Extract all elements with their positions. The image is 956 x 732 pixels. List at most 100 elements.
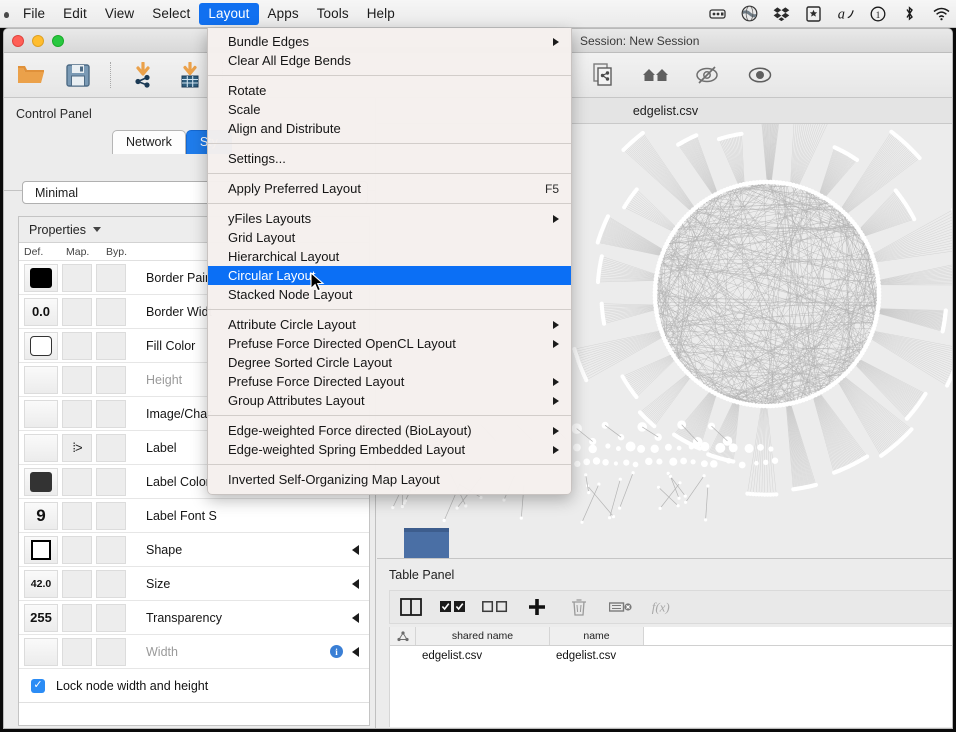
- menu-item-degree-sorted-circle-layout[interactable]: Degree Sorted Circle Layout: [208, 353, 571, 372]
- menu-item-rotate[interactable]: Rotate: [208, 81, 571, 100]
- lock-dimensions-row[interactable]: ✓ Lock node width and height: [19, 669, 369, 703]
- menu-edit[interactable]: Edit: [54, 3, 96, 25]
- bypass-cell[interactable]: [96, 637, 126, 666]
- bluetooth-icon[interactable]: [900, 4, 919, 23]
- table-row[interactable]: 9 Label Font S: [19, 499, 369, 533]
- graph-view-selected-tab[interactable]: [404, 528, 449, 558]
- menu-item-apply-preferred-layout[interactable]: Apply Preferred Layout F5: [208, 179, 571, 198]
- menu-select[interactable]: Select: [143, 3, 199, 25]
- bypass-cell[interactable]: [96, 603, 126, 632]
- default-cell[interactable]: [24, 399, 58, 428]
- lock-checkbox[interactable]: ✓: [31, 678, 45, 693]
- info-circle-icon[interactable]: 1: [868, 4, 887, 23]
- default-cell[interactable]: 42.0: [24, 569, 58, 598]
- menu-item-group-attributes-layout[interactable]: Group Attributes Layout: [208, 391, 571, 410]
- hide-selected-icon[interactable]: [693, 60, 723, 90]
- default-cell[interactable]: [24, 263, 58, 292]
- import-network-icon[interactable]: [128, 60, 158, 90]
- reset-icon[interactable]: [608, 594, 634, 620]
- globe-icon[interactable]: [740, 4, 759, 23]
- expand-arrow-icon[interactable]: [352, 578, 359, 589]
- network-tab-edgelist[interactable]: edgelist.csv: [633, 104, 698, 118]
- select-all-columns-icon[interactable]: [440, 594, 466, 620]
- mapping-cell[interactable]: [62, 501, 92, 530]
- menu-help[interactable]: Help: [358, 3, 404, 25]
- menu-item-yfiles-layouts[interactable]: yFiles Layouts: [208, 209, 571, 228]
- mapping-cell[interactable]: [62, 399, 92, 428]
- save-icon[interactable]: [63, 60, 93, 90]
- mapping-cell[interactable]: [62, 637, 92, 666]
- printer-icon[interactable]: [708, 4, 727, 23]
- fit-home-icon[interactable]: [641, 60, 671, 90]
- menu-item-prefuse-force-directed-opencl-layout[interactable]: Prefuse Force Directed OpenCL Layout: [208, 334, 571, 353]
- menu-item-circular-layout[interactable]: Circular Layout: [208, 266, 571, 285]
- function-builder-icon[interactable]: f(x): [650, 594, 676, 620]
- bypass-cell[interactable]: [96, 467, 126, 496]
- bypass-cell[interactable]: [96, 297, 126, 326]
- menu-item-grid-layout[interactable]: Grid Layout: [208, 228, 571, 247]
- menu-item-inverted-self-organizing-map-layout[interactable]: Inverted Self-Organizing Map Layout: [208, 470, 571, 489]
- default-cell[interactable]: [24, 365, 58, 394]
- expand-arrow-icon[interactable]: [352, 646, 359, 657]
- menu-item-clear-all-edge-bends[interactable]: Clear All Edge Bends: [208, 51, 571, 70]
- dropbox-icon[interactable]: [772, 4, 791, 23]
- bypass-cell[interactable]: [96, 399, 126, 428]
- add-column-icon[interactable]: [524, 594, 550, 620]
- menu-item-edge-weighted-spring-embedded-layout[interactable]: Edge-weighted Spring Embedded Layout: [208, 440, 571, 459]
- default-cell[interactable]: [24, 331, 58, 360]
- default-cell[interactable]: [24, 535, 58, 564]
- bypass-cell[interactable]: [96, 535, 126, 564]
- mapping-cell[interactable]: [62, 603, 92, 632]
- mapping-cell[interactable]: [62, 297, 92, 326]
- script-a-icon[interactable]: a: [836, 4, 855, 23]
- default-cell[interactable]: 9: [24, 501, 58, 530]
- table-row[interactable]: Shape: [19, 533, 369, 567]
- mapping-cell[interactable]: [62, 535, 92, 564]
- expand-arrow-icon[interactable]: [352, 612, 359, 623]
- menu-tools[interactable]: Tools: [308, 3, 358, 25]
- wifi-icon[interactable]: [932, 4, 951, 23]
- close-button[interactable]: [12, 34, 24, 47]
- menu-view[interactable]: View: [96, 3, 143, 25]
- menu-item-bundle-edges[interactable]: Bundle Edges: [208, 32, 571, 51]
- default-cell[interactable]: 255: [24, 603, 58, 632]
- table-row[interactable]: 42.0 Size: [19, 567, 369, 601]
- menu-item-prefuse-force-directed-layout[interactable]: Prefuse Force Directed Layout: [208, 372, 571, 391]
- deselect-columns-icon[interactable]: [482, 594, 508, 620]
- menu-item-hierarchical-layout[interactable]: Hierarchical Layout: [208, 247, 571, 266]
- cell-name[interactable]: edgelist.csv: [550, 650, 644, 662]
- bypass-cell[interactable]: [96, 501, 126, 530]
- bypass-cell[interactable]: [96, 331, 126, 360]
- menu-item-settings[interactable]: Settings...: [208, 149, 571, 168]
- chevron-down-icon[interactable]: [92, 227, 101, 232]
- default-cell[interactable]: [24, 467, 58, 496]
- delete-column-icon[interactable]: [566, 594, 592, 620]
- mapping-cell[interactable]: [62, 263, 92, 292]
- expand-arrow-icon[interactable]: [352, 544, 359, 555]
- column-header-shared-name[interactable]: shared name: [416, 627, 550, 645]
- cell-shared-name[interactable]: edgelist.csv: [416, 650, 550, 662]
- default-cell[interactable]: [24, 637, 58, 666]
- menu-apps[interactable]: Apps: [259, 3, 308, 25]
- table-row[interactable]: Width i: [19, 635, 369, 669]
- mapping-cell[interactable]: [62, 331, 92, 360]
- mapping-cell[interactable]: [62, 569, 92, 598]
- column-header-name[interactable]: name: [550, 627, 644, 645]
- bypass-cell[interactable]: [96, 365, 126, 394]
- default-cell[interactable]: [24, 433, 58, 462]
- show-all-icon[interactable]: [745, 60, 775, 90]
- maximize-button[interactable]: [52, 34, 64, 47]
- menu-item-align-and-distribute[interactable]: Align and Distribute: [208, 119, 571, 138]
- new-network-icon[interactable]: [589, 60, 619, 90]
- open-folder-icon[interactable]: [16, 60, 46, 90]
- bypass-cell[interactable]: [96, 263, 126, 292]
- info-icon[interactable]: i: [330, 645, 343, 658]
- menu-file[interactable]: File: [14, 3, 54, 25]
- mapping-cell[interactable]: [62, 365, 92, 394]
- bookmark-icon[interactable]: [804, 4, 823, 23]
- mapping-cell[interactable]: ⁞>: [62, 433, 92, 462]
- menu-item-stacked-node-layout[interactable]: Stacked Node Layout: [208, 285, 571, 304]
- tab-network[interactable]: Network: [112, 130, 186, 154]
- menu-item-edge-weighted-force-directed-biolayout[interactable]: Edge-weighted Force directed (BioLayout): [208, 421, 571, 440]
- default-cell[interactable]: 0.0: [24, 297, 58, 326]
